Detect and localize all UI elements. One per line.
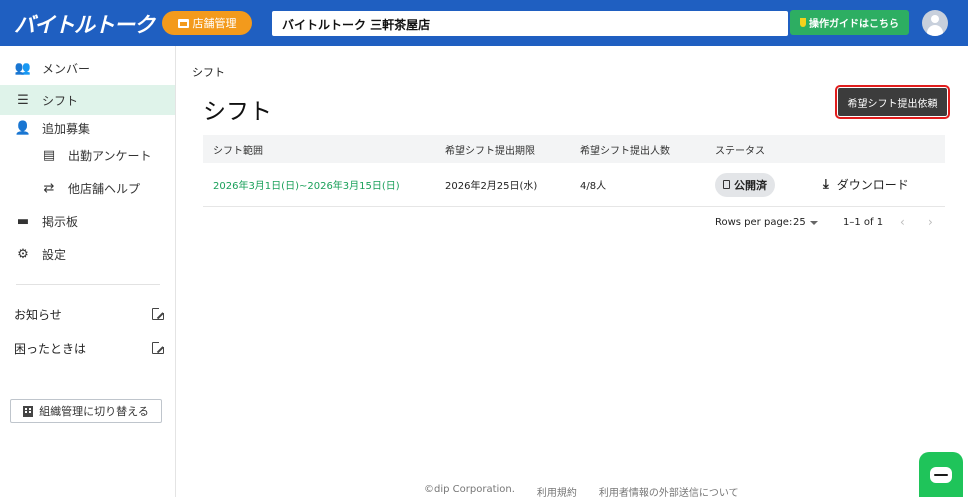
rows-per-page-value: 25 (793, 217, 806, 228)
sidebar-link-help[interactable]: 困ったときは (14, 336, 165, 360)
previous-page-button[interactable]: ‹ (900, 215, 905, 229)
download-label: ダウンロード (836, 178, 909, 192)
app-header: バイトルトーク 店舗管理 バイトルトーク 三軒茶屋店 操作ガイドはこちら (0, 0, 968, 46)
rows-per-page-label: Rows per page: (715, 217, 793, 228)
open-external-icon (152, 341, 165, 354)
building-icon (23, 405, 34, 417)
published-icon (723, 180, 730, 189)
sidebar-item-label: 掲示板 (42, 214, 79, 229)
copyright: ©dip Corporation. (424, 484, 515, 495)
store-management-button[interactable]: 店舗管理 (162, 11, 252, 35)
table-row: 2026年3月1日(日)~2026年3月15日(日) 2026年2月25日(水)… (203, 163, 945, 207)
breadcrumb: シフト (192, 66, 225, 79)
shift-range-link[interactable]: 2026年3月1日(日)~2026年3月15日(日) (213, 177, 400, 192)
members-icon: 👥 (14, 60, 32, 76)
list-icon: ☰ (17, 92, 29, 108)
monitor-icon: ▬ (16, 213, 30, 229)
pagination-range: 1–1 of 1 (843, 217, 884, 228)
gear-icon: ⚙ (17, 246, 29, 262)
open-external-icon (152, 307, 165, 320)
sidebar-divider (16, 284, 160, 285)
count-cell: 4/8人 (580, 181, 607, 192)
column-header-count: 希望シフト提出人数 (580, 145, 670, 157)
sidebar-link-news[interactable]: お知らせ (14, 302, 165, 326)
deadline-cell: 2026年2月25日(水) (445, 181, 538, 192)
sidebar-item-label: 追加募集 (42, 121, 91, 136)
sidebar-item-label: 出勤アンケート (68, 148, 152, 163)
status-label: 公開済 (734, 178, 767, 192)
download-icon: ⤓ (823, 177, 829, 192)
sidebar-item-additional-recruit[interactable]: 👤 追加募集 (0, 113, 175, 143)
terms-link[interactable]: 利用規約 (537, 484, 577, 497)
page-title: シフト (203, 99, 272, 125)
sidebar-item-bulletin-board[interactable]: ▬ 掲示板 (0, 206, 175, 236)
sidebar-link-label: 困ったときは (14, 341, 87, 356)
switch-to-organization-button[interactable]: 組織管理に切り替える (10, 399, 162, 423)
sidebar-item-label: 設定 (42, 247, 67, 262)
chat-support-button[interactable] (919, 452, 963, 497)
download-button[interactable]: ⤓ ダウンロード (823, 176, 909, 193)
table-header: シフト範囲 希望シフト提出期限 希望シフト提出人数 ステータス (203, 135, 945, 163)
next-page-button[interactable]: › (928, 215, 933, 229)
sidebar-item-label: シフト (42, 93, 79, 108)
sidebar: 👥 メンバー ☰ シフト 👤 追加募集 ▤ 出勤アンケート ⇄ 他店舗ヘルプ ▬… (0, 46, 176, 497)
sidebar-link-label: お知らせ (14, 307, 62, 322)
request-shift-submission-button[interactable]: 希望シフト提出依頼 (835, 85, 950, 119)
external-transmission-link[interactable]: 利用者情報の外部送信について (599, 484, 739, 497)
person-add-icon: 👤 (14, 120, 32, 136)
sidebar-item-members[interactable]: 👥 メンバー (0, 53, 175, 83)
column-header-status: ステータス (715, 145, 765, 157)
user-avatar[interactable] (922, 10, 948, 36)
sidebar-item-label: メンバー (42, 61, 91, 76)
store-icon (177, 18, 189, 28)
sidebar-item-settings[interactable]: ⚙ 設定 (0, 239, 175, 269)
sidebar-item-other-store-help[interactable]: ⇄ 他店舗ヘルプ (0, 173, 175, 203)
shift-table: シフト範囲 希望シフト提出期限 希望シフト提出人数 ステータス 2026年3月1… (203, 135, 945, 207)
beginner-mark-icon (800, 18, 806, 27)
survey-icon: ▤ (42, 147, 56, 163)
rows-per-page-select[interactable]: 25 (793, 217, 818, 228)
sidebar-item-label: 他店舗ヘルプ (68, 181, 141, 196)
column-header-range: シフト範囲 (213, 145, 263, 157)
operation-guide-button[interactable]: 操作ガイドはこちら (790, 10, 909, 35)
store-name-field[interactable]: バイトルトーク 三軒茶屋店 (272, 11, 788, 36)
sidebar-item-shift[interactable]: ☰ シフト (0, 85, 175, 115)
app-logo[interactable]: バイトルトーク (14, 9, 155, 39)
footer: ©dip Corporation. 利用規約 利用者情報の外部送信について (424, 484, 739, 497)
switch-to-organization-label: 組織管理に切り替える (39, 405, 149, 418)
column-header-deadline: 希望シフト提出期限 (445, 145, 535, 157)
operation-guide-label: 操作ガイドはこちら (809, 19, 899, 30)
sidebar-item-attendance-survey[interactable]: ▤ 出勤アンケート (0, 140, 175, 170)
status-badge: 公開済 (715, 172, 775, 197)
chat-icon (930, 466, 952, 483)
swap-icon: ⇄ (43, 180, 55, 196)
store-management-label: 店舗管理 (192, 17, 237, 30)
caret-down-icon (809, 220, 818, 225)
